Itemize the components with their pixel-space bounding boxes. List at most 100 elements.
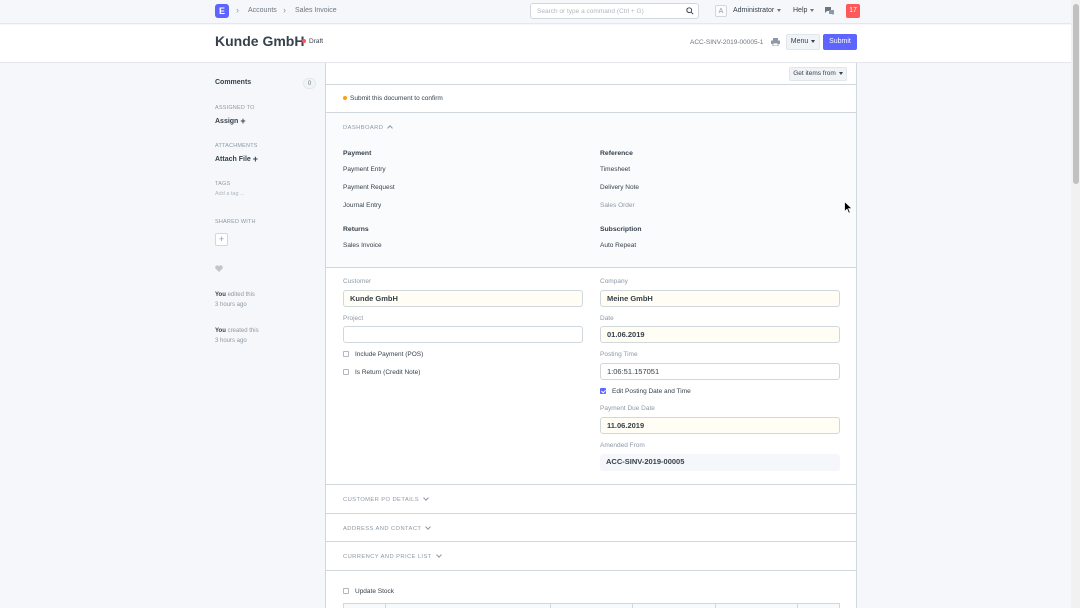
get-items-label: Get items from [793,70,836,77]
dashboard-link[interactable]: Auto Repeat [600,242,636,249]
user-menu-label: Administrator [733,7,775,14]
dashboard-heading: DASHBOARD [343,125,384,131]
section-customer-po-details[interactable]: CUSTOMER PO DETAILS [343,495,429,503]
share-add-button[interactable]: + [215,233,228,246]
dashboard-link[interactable]: Payment Request [343,184,395,191]
dashboard-link[interactable]: Timesheet [600,166,630,173]
divider [326,570,856,571]
activity-user: You [215,292,226,298]
checkbox-icon [343,351,349,357]
update-stock-label: Update Stock [355,588,395,595]
include-payment-checkbox[interactable]: Include Payment (POS) [343,351,423,358]
dashboard-section: DASHBOARD Payment Payment Entry Payment … [326,113,856,267]
due-date-field[interactable]: 11.06.2019 [600,417,840,434]
checkbox-checked-icon [600,388,606,394]
confirm-message: Submit this document to confirm [343,95,443,102]
activity-item: You created this 3 hours ago [215,327,259,346]
dashboard-link[interactable]: Sales Invoice [343,242,382,249]
dashboard-link[interactable]: Journal Entry [343,202,381,209]
project-label: Project [343,315,364,322]
chevron-down-icon [425,524,432,530]
breadcrumb-sales-invoice[interactable]: Sales Invoice [295,7,337,14]
menu-button[interactable]: Menu [786,34,820,50]
checkbox-icon [343,369,349,375]
activity-text: created this [227,328,259,334]
chat-icon[interactable] [824,6,835,16]
page-title: Kunde GmbH [215,33,305,49]
dashboard-group-title: Payment [343,150,372,157]
chevron-down-icon [777,8,782,12]
plus-icon: + [252,154,259,164]
tags-heading: TAGS [215,181,231,187]
app-logo[interactable]: E [215,4,229,18]
company-field[interactable]: Meine GmbH [600,290,840,307]
posting-time-field[interactable]: 1:06:51.157051 [600,363,840,380]
get-items-button[interactable]: Get items from [789,67,847,81]
divider [326,267,856,268]
plus-icon: + [240,116,246,126]
search-input[interactable]: Search or type a command (Ctrl + G) [530,3,699,19]
table-column-divider [550,604,551,608]
section-currency-and-price-list[interactable]: CURRENCY AND PRICE LIST [343,552,442,560]
attachments-heading: ATTACHMENTS [215,143,258,149]
dashboard-toggle[interactable]: DASHBOARD [343,125,394,131]
dashboard-link[interactable]: Delivery Note [600,184,639,191]
heart-icon[interactable] [215,265,223,272]
avatar[interactable]: A [715,5,727,17]
date-field[interactable]: 01.06.2019 [600,326,840,343]
search-placeholder: Search or type a command (Ctrl + G) [537,8,644,15]
breadcrumb-separator-icon: › [236,5,239,15]
customer-label: Customer [343,278,372,285]
section-heading: CURRENCY AND PRICE LIST [343,554,432,560]
assigned-to-heading: ASSIGNED TO [215,105,255,111]
notification-badge[interactable]: 17 [846,4,860,18]
scrollbar-thumb[interactable] [1073,4,1079,184]
breadcrumb-accounts[interactable]: Accounts [248,7,277,14]
dashboard-group-title: Returns [343,226,369,233]
add-tag-input[interactable]: Add a tag ... [215,191,245,197]
chevron-down-icon [435,552,442,558]
assign-label: Assign [215,118,239,125]
divider [326,84,856,85]
dashboard-link[interactable]: Payment Entry [343,166,386,173]
chevron-down-icon [810,8,815,12]
customer-field[interactable]: Kunde GmbH [343,290,583,307]
help-menu[interactable]: Help [793,7,815,14]
section-address-and-contact[interactable]: ADDRESS AND CONTACT [343,524,432,532]
print-icon[interactable] [771,38,780,46]
activity-time: 3 hours ago [215,301,247,308]
user-menu[interactable]: Administrator [733,7,782,14]
dashboard-link[interactable]: Sales Order [600,202,635,209]
items-table-header [343,603,840,608]
amended-from-label: Amended From [600,442,645,449]
checkbox-icon [343,588,349,594]
edit-posting-label: Edit Posting Date and Time [612,388,691,395]
navbar: E › Accounts › Sales Invoice Search or t… [0,0,1080,24]
comments-count-badge: 0 [303,78,316,89]
project-field[interactable] [343,326,583,343]
divider [326,541,856,542]
is-return-checkbox[interactable]: Is Return (Credit Note) [343,369,420,376]
table-column-divider [385,604,386,608]
chevron-down-icon [838,71,843,75]
submit-button[interactable]: Submit [823,34,857,50]
edit-posting-checkbox[interactable]: Edit Posting Date and Time [600,388,691,395]
mouse-cursor-icon [844,201,853,214]
divider [326,484,856,485]
attach-file-button[interactable]: Attach File + [215,154,258,164]
form-main: Get items from Submit this document to c… [325,63,857,608]
document-name: ACC-SINV-2019-00005-1 [690,39,764,46]
search-icon[interactable] [686,7,694,15]
assign-button[interactable]: Assign + [215,116,246,126]
shared-with-heading: SHARED WITH [215,219,256,225]
activity-time: 3 hours ago [215,337,247,344]
update-stock-checkbox[interactable]: Update Stock [343,588,394,595]
amended-from-value: ACC-SINV-2019-00005 [600,454,840,471]
chevron-down-icon [811,39,816,43]
menu-button-label: Menu [790,38,809,45]
status-label: Draft [309,38,324,45]
attach-file-label: Attach File [215,156,251,163]
chevron-down-icon [423,495,429,501]
comments-link[interactable]: Comments [215,79,251,86]
dashboard-group-title: Subscription [600,226,642,233]
